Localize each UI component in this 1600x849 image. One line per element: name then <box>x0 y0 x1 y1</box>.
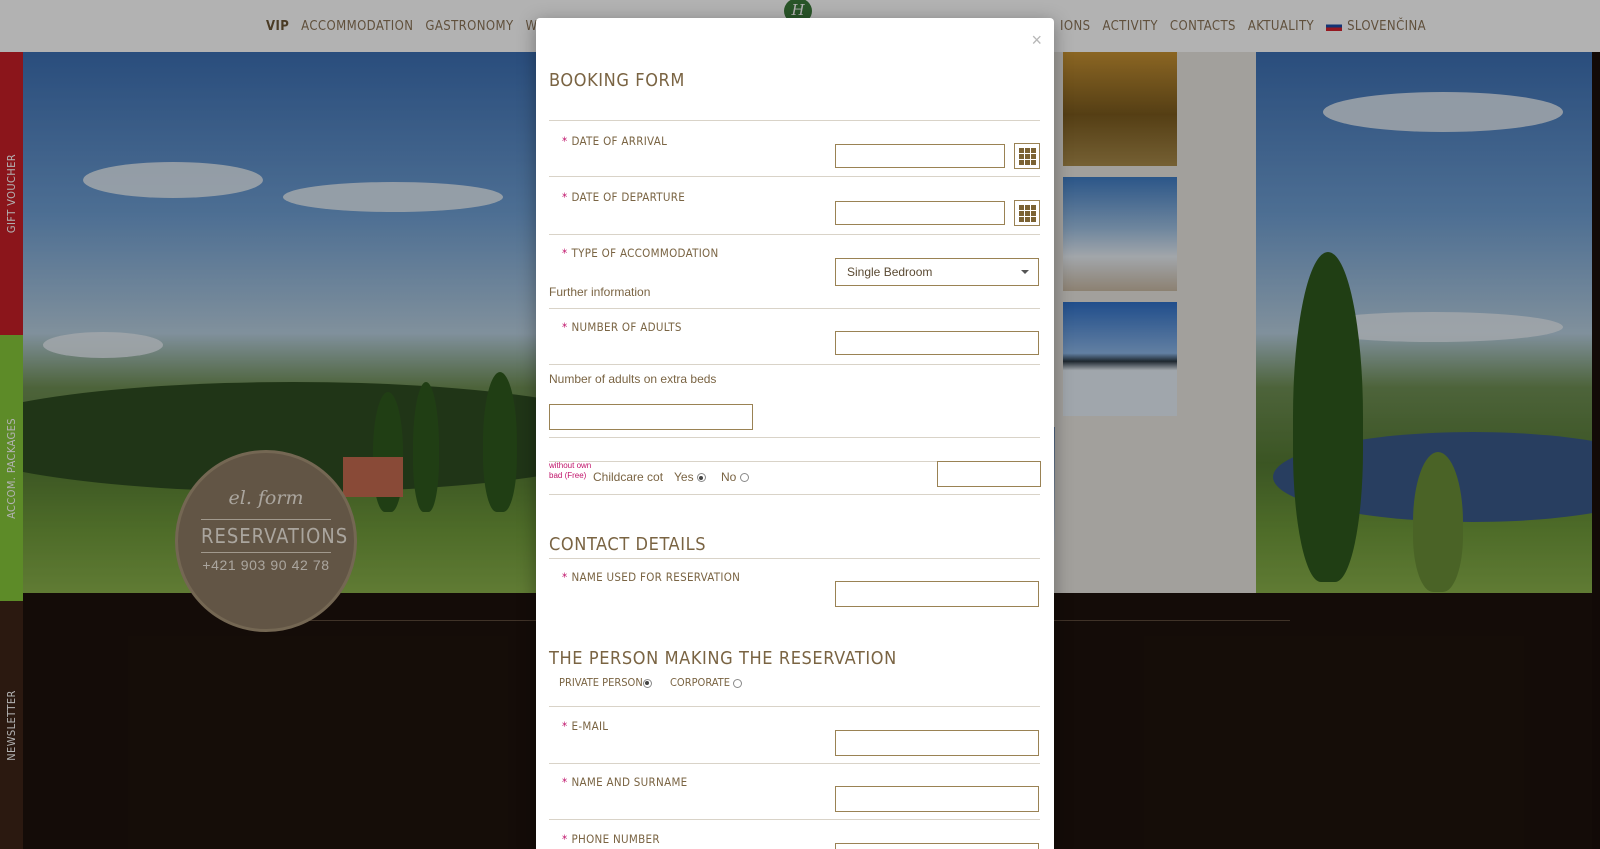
phone-number-input[interactable] <box>835 843 1039 849</box>
divider <box>549 176 1040 177</box>
divider <box>549 437 1040 438</box>
required-mark: * <box>562 775 568 789</box>
required-mark: * <box>562 134 568 148</box>
required-mark: * <box>562 190 568 204</box>
type-of-accommodation-text: TYPE OF ACCOMMODATION <box>571 246 719 260</box>
corporate-label: CORPORATE <box>670 676 730 689</box>
childcare-yes-option[interactable]: Yes <box>674 470 706 484</box>
accommodation-type-select[interactable]: Single Bedroom <box>835 258 1039 286</box>
date-of-arrival-input[interactable] <box>835 144 1005 168</box>
childcare-cot-label: Childcare cot <box>593 470 664 484</box>
email-text: E-MAIL <box>571 719 609 733</box>
date-of-departure-label: * DATE OF DEPARTURE <box>562 190 685 204</box>
booking-form-modal: × BOOKING FORM * DATE OF ARRIVAL * DATE OF… <box>536 18 1054 849</box>
divider <box>549 706 1040 707</box>
divider <box>549 763 1040 764</box>
name-for-reservation-input[interactable] <box>835 581 1039 607</box>
chevron-down-icon <box>1021 270 1029 274</box>
email-input[interactable] <box>835 730 1039 756</box>
corporate-option[interactable]: CORPORATE <box>670 676 743 689</box>
further-information-label: Further information <box>549 285 651 299</box>
divider <box>549 120 1040 121</box>
required-mark: * <box>562 246 568 260</box>
divider <box>549 819 1040 820</box>
required-mark: * <box>562 832 568 846</box>
name-for-reservation-label: * NAME USED FOR RESERVATION <box>562 570 740 584</box>
childcare-note: without own bad (Free) <box>549 461 592 480</box>
number-of-adults-text: NUMBER OF ADULTS <box>571 320 682 334</box>
private-person-option[interactable]: PRIVATE PERSON <box>559 676 652 689</box>
calendar-icon[interactable] <box>1014 143 1040 169</box>
childcare-no-option[interactable]: No <box>721 470 749 484</box>
divider <box>549 494 1040 495</box>
required-mark: * <box>562 570 568 584</box>
name-and-surname-label: * NAME AND SURNAME <box>562 775 688 789</box>
yes-radio[interactable] <box>696 473 706 483</box>
divider <box>549 364 1040 365</box>
private-person-label: PRIVATE PERSON <box>559 676 643 689</box>
number-of-adults-input[interactable] <box>835 331 1039 355</box>
name-and-surname-text: NAME AND SURNAME <box>571 775 688 789</box>
date-of-arrival-text: DATE OF ARRIVAL <box>571 134 668 148</box>
date-of-departure-text: DATE OF DEPARTURE <box>571 190 686 204</box>
phone-number-label: * PHONE NUMBER <box>562 832 660 846</box>
no-radio[interactable] <box>739 473 749 483</box>
adults-extra-beds-input[interactable] <box>549 404 753 430</box>
date-of-arrival-label: * DATE OF ARRIVAL <box>562 134 667 148</box>
divider <box>549 308 1040 309</box>
phone-number-text: PHONE NUMBER <box>571 832 660 846</box>
close-icon[interactable]: × <box>1031 30 1042 51</box>
childcare-cot-quantity-input[interactable] <box>937 461 1041 487</box>
person-making-reservation-title: THE PERSON MAKING THE RESERVATION <box>549 648 897 669</box>
date-of-departure-input[interactable] <box>835 201 1005 225</box>
type-of-accommodation-label: * TYPE OF ACCOMMODATION <box>562 246 719 260</box>
private-person-radio[interactable] <box>642 678 652 688</box>
adults-extra-beds-label: Number of adults on extra beds <box>549 372 717 386</box>
divider <box>549 234 1040 235</box>
number-of-adults-label: * NUMBER OF ADULTS <box>562 320 682 334</box>
name-for-reservation-text: NAME USED FOR RESERVATION <box>571 570 741 584</box>
yes-label: Yes <box>674 470 694 484</box>
accommodation-type-value: Single Bedroom <box>847 265 933 279</box>
booking-form-title: BOOKING FORM <box>549 70 685 91</box>
calendar-icon[interactable] <box>1014 200 1040 226</box>
name-and-surname-input[interactable] <box>835 786 1039 812</box>
corporate-radio[interactable] <box>733 678 743 688</box>
contact-details-title: CONTACT DETAILS <box>549 534 707 555</box>
divider <box>549 558 1040 559</box>
email-label: * E-MAIL <box>562 719 608 733</box>
required-mark: * <box>562 320 568 334</box>
required-mark: * <box>562 719 568 733</box>
no-label: No <box>721 470 737 484</box>
